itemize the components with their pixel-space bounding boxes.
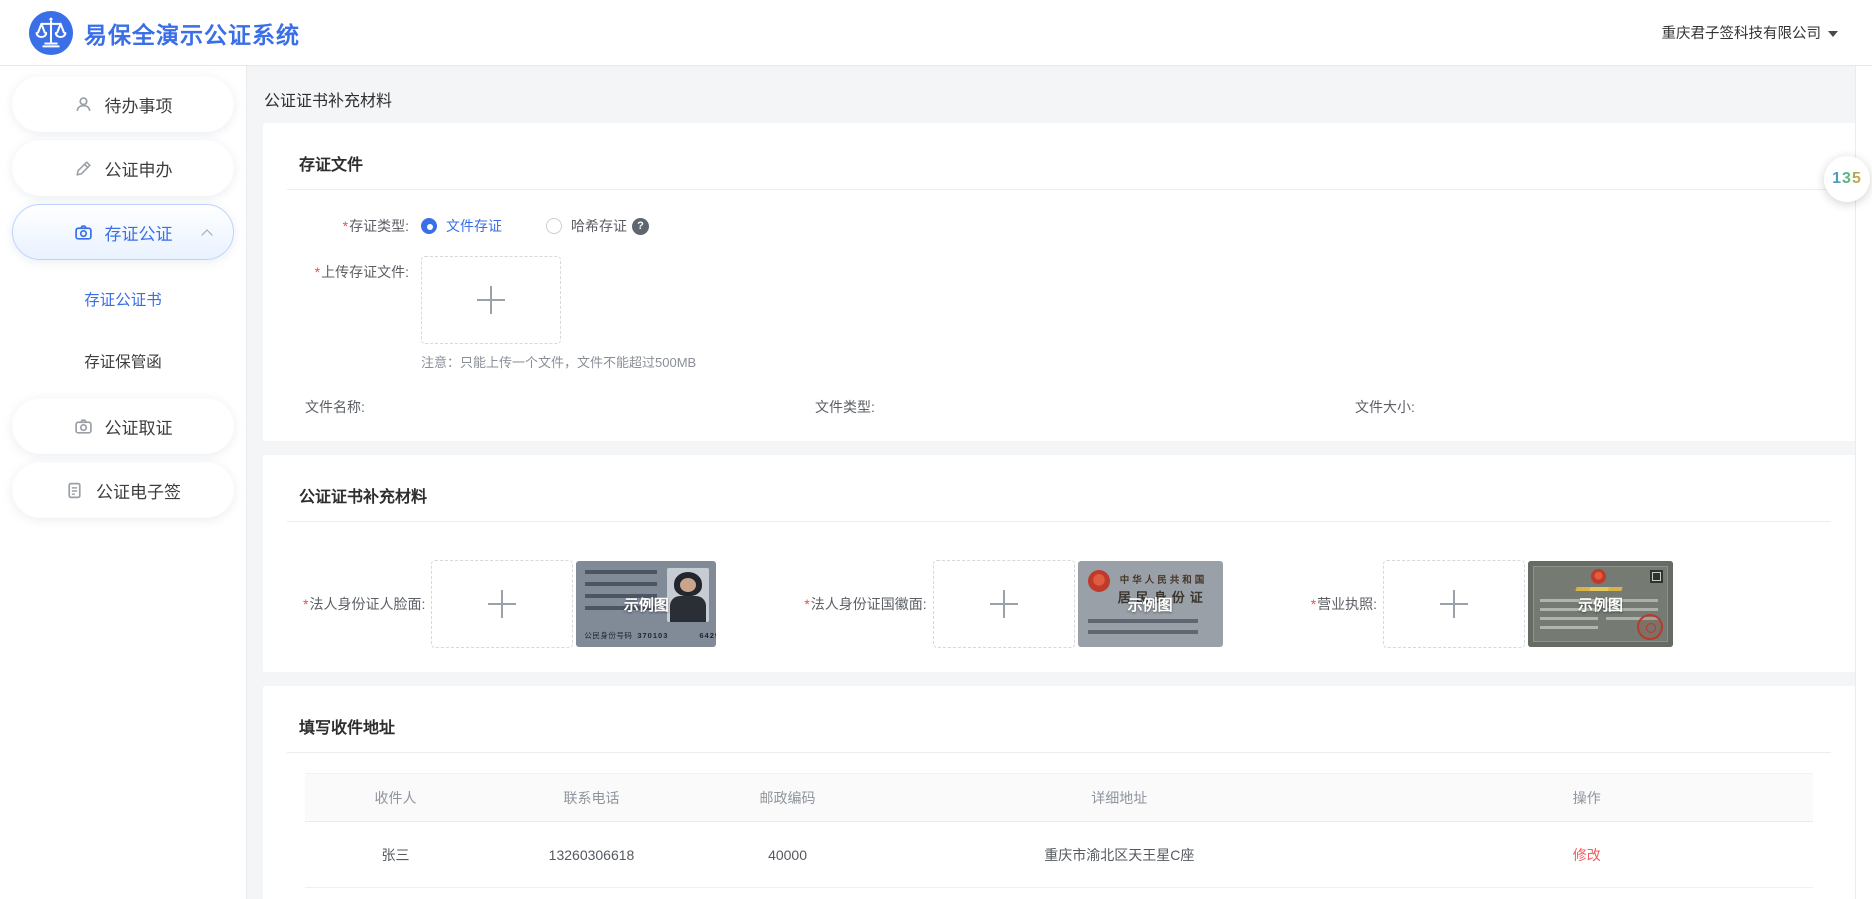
radio-label: 文件存证 [446, 218, 502, 234]
evidence-type-label: *存证类型: [342, 218, 409, 234]
col-recipient: 收件人 [374, 789, 417, 806]
radio-selected-icon [421, 218, 437, 234]
section-title-address: 填写收件地址 [299, 720, 396, 737]
business-license-upload-box[interactable] [1383, 560, 1526, 648]
camera-icon [74, 418, 92, 434]
document-icon [68, 482, 81, 498]
sidebar-item-label: 存证公证 [104, 224, 173, 244]
radio-hash-evidence[interactable]: 哈希存证 ? [546, 216, 649, 236]
required-mark: * [303, 596, 309, 612]
file-name-label: 文件名称: [305, 399, 365, 415]
business-license-sample-image: 示例图 [1528, 561, 1674, 647]
sidebar: 待办事项 公证申办 存证公证 存证公证书 存证保管函 公证取证 公证电子签 [0, 66, 247, 899]
sidebar-item-label: 待办事项 [104, 96, 173, 116]
float-badge-text: 135 [1832, 170, 1862, 187]
caret-down-icon [1828, 30, 1838, 37]
upload-note: 注意：只能上传一个文件，文件不能超过500MB [421, 355, 697, 370]
col-phone: 联系电话 [563, 789, 620, 806]
account-dropdown[interactable]: 重庆君子签科技有限公司 [1662, 22, 1845, 43]
required-mark: * [804, 596, 810, 612]
sidebar-subitem-label: 存证保管函 [84, 354, 162, 371]
upload-group-id-back: *法人身份证国徽面: 中华人民共和国 居民身份证 示例图 [804, 560, 1223, 648]
address-card: 填写收件地址 收件人 联系电话 邮政编码 详细地址 操作 张三 13260306… [263, 686, 1855, 899]
sidebar-item-label: 公证取证 [104, 418, 173, 438]
address-table-header: 收件人 联系电话 邮政编码 详细地址 操作 [305, 774, 1813, 822]
main-content: 公证证书补充材料 存证文件 *存证类型: 文件存证 哈希存证 ? *上传存证文件… [247, 66, 1872, 899]
section-title-supplement: 公证证书补充材料 [299, 489, 428, 506]
id-back-sample-image: 中华人民共和国 居民身份证 示例图 [1077, 561, 1223, 647]
sidebar-item-todo[interactable]: 待办事项 [12, 76, 234, 132]
file-info-row: 文件名称: 文件类型: 文件大小: [287, 397, 1831, 417]
section-title-evidence-file: 存证文件 [299, 157, 364, 174]
divider [287, 521, 1831, 522]
chevron-up-icon [201, 229, 213, 241]
plus-icon [989, 590, 1018, 618]
sidebar-subitem-custody-letter[interactable]: 存证保管函 [0, 330, 246, 392]
file-size-label: 文件大小: [1355, 399, 1415, 415]
sidebar-subitem-label: 存证公证书 [84, 292, 162, 309]
edit-address-link[interactable]: 修改 [1573, 847, 1601, 863]
plus-icon [488, 590, 517, 618]
help-question-icon[interactable]: ? [632, 217, 649, 235]
business-license-label: *营业执照: [1310, 596, 1378, 612]
phone-cell: 13260306618 [548, 846, 635, 863]
supplement-materials-card: 公证证书补充材料 *法人身份证人脸面: 公民身份号码 370103 642 示例… [263, 455, 1855, 672]
scrollbar[interactable] [1855, 0, 1872, 899]
recipient-cell: 张三 [381, 846, 410, 863]
sample-watermark: 示例图 [1578, 596, 1624, 614]
camera-badge-icon [74, 224, 92, 240]
id-back-label: *法人身份证国徽面: [804, 596, 927, 612]
sample-watermark: 示例图 [623, 596, 669, 614]
plus-icon [477, 286, 505, 314]
id-front-sample-image: 公民身份号码3701036429 示例图 [576, 561, 717, 647]
col-zip: 邮政编码 [759, 789, 816, 806]
required-mark: * [314, 264, 321, 280]
id-front-label: *法人身份证人脸面: [303, 596, 426, 612]
divider [287, 752, 1831, 753]
sidebar-item-label: 公证申办 [104, 160, 173, 180]
sidebar-item-evidence-notary[interactable]: 存证公证 [12, 204, 234, 260]
sidebar-item-apply[interactable]: 公证申办 [12, 140, 234, 196]
col-actions: 操作 [1572, 789, 1601, 806]
required-mark: * [1310, 596, 1317, 612]
address-table-row: 张三 13260306618 40000 重庆市渝北区天王星C座 修改 [305, 822, 1813, 888]
evidence-file-card: 存证文件 *存证类型: 文件存证 哈希存证 ? *上传存证文件: 注意：只能上传… [263, 123, 1855, 441]
radio-file-evidence[interactable]: 文件存证 [421, 216, 502, 236]
sample-watermark: 示例图 [1127, 596, 1173, 614]
sidebar-item-label: 公证电子签 [96, 482, 181, 502]
evidence-type-radio-group: 文件存证 哈希存证 ? [421, 216, 649, 236]
supplement-uploads-row: *法人身份证人脸面: 公民身份号码3701036429 [303, 560, 1831, 648]
sidebar-subitem-evidence-certificate[interactable]: 存证公证书 [0, 268, 246, 330]
file-type-label: 文件类型: [815, 399, 875, 415]
zip-cell: 40000 [768, 846, 807, 863]
pen-icon [75, 160, 91, 176]
address-cell: 重庆市渝北区天王星C座 [1044, 846, 1195, 863]
page-title: 公证证书补充材料 [264, 93, 393, 110]
app-header: 易保全演示公证系统 重庆君子签科技有限公司 [0, 0, 1872, 66]
plus-icon [1440, 590, 1469, 618]
app-title: 易保全演示公证系统 [84, 21, 300, 48]
upload-group-id-front: *法人身份证人脸面: 公民身份号码3701036429 [303, 560, 717, 648]
upload-evidence-file-label: *上传存证文件: [314, 264, 409, 280]
evidence-file-upload-box[interactable] [421, 256, 561, 344]
divider [287, 189, 1831, 190]
sidebar-item-forensics[interactable]: 公证取证 [12, 398, 234, 454]
address-table: 收件人 联系电话 邮政编码 详细地址 操作 张三 13260306618 400… [305, 773, 1813, 888]
radio-unselected-icon [546, 218, 562, 234]
upload-group-business-license: *营业执照: 示例图 [1310, 560, 1674, 648]
app-logo-scales-icon [28, 10, 74, 55]
col-address: 详细地址 [1091, 789, 1148, 806]
sidebar-item-esign[interactable]: 公证电子签 [12, 462, 234, 518]
float-135-badge[interactable]: 135 [1824, 156, 1870, 202]
required-mark: * [342, 218, 349, 234]
id-back-upload-box[interactable] [932, 560, 1075, 648]
id-front-upload-box[interactable] [431, 560, 574, 648]
account-name: 重庆君子签科技有限公司 [1661, 26, 1822, 42]
radio-label: 哈希存证 [571, 218, 627, 234]
user-icon [76, 96, 90, 111]
